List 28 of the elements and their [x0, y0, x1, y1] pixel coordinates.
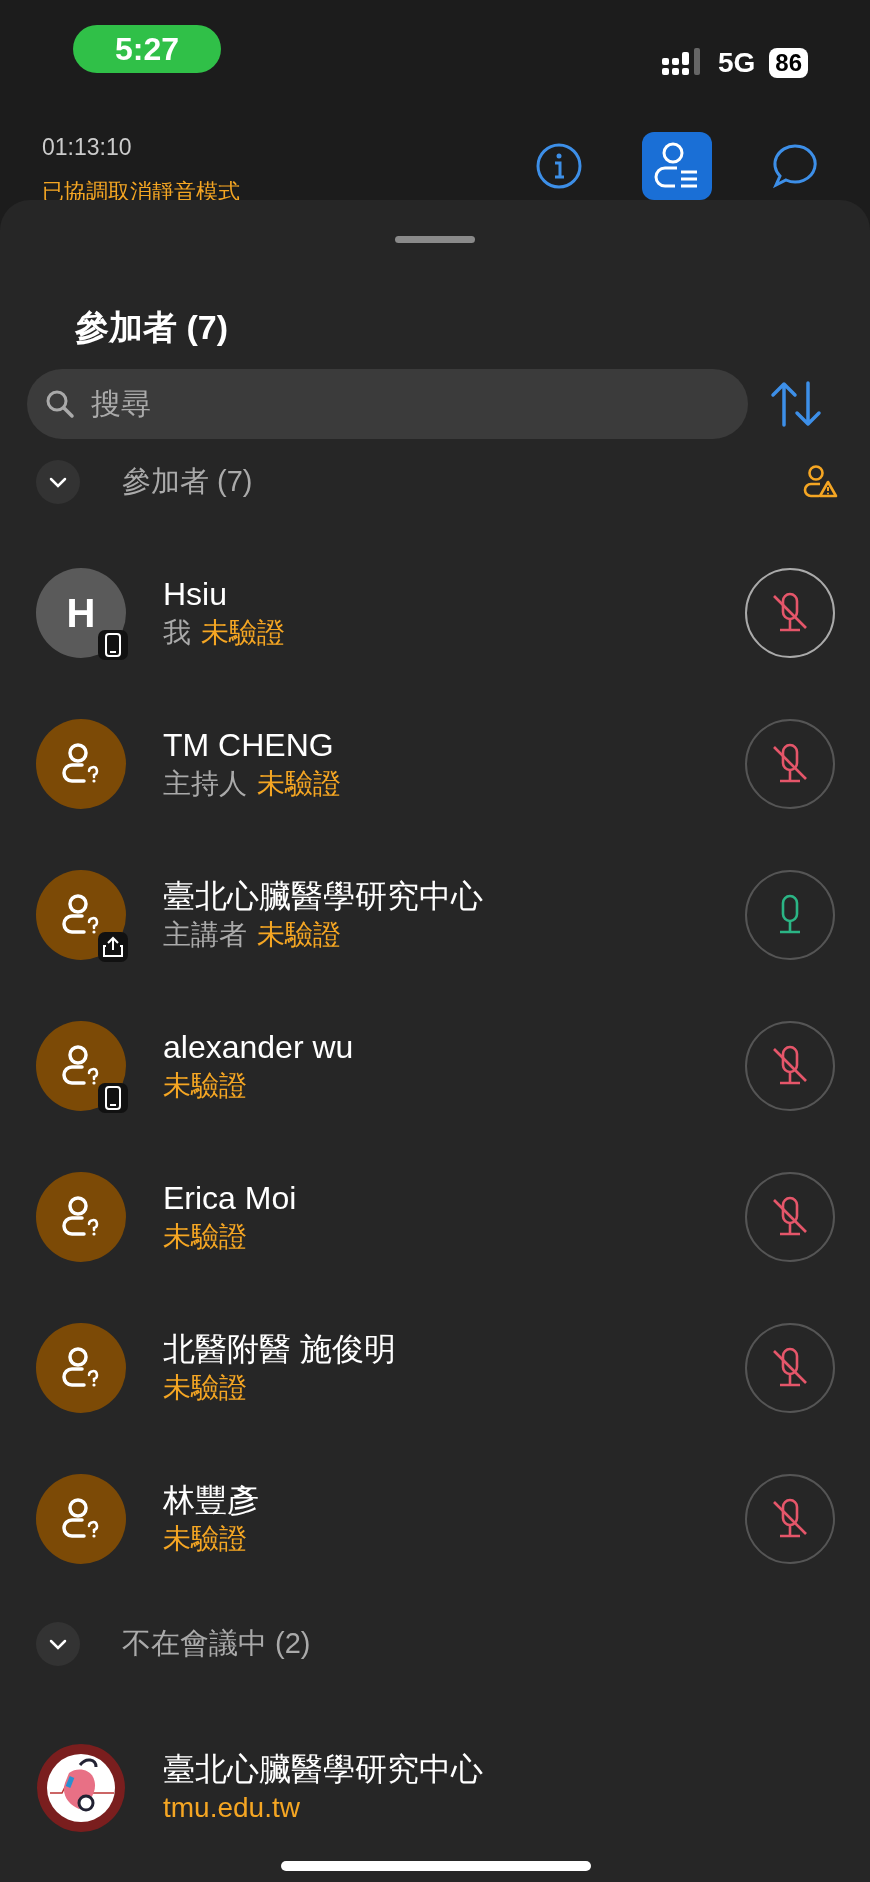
sheet-title: 參加者 (7): [75, 307, 229, 347]
participant-name: Erica Moi: [163, 1178, 298, 1218]
section-title: 不在會議中 (2): [122, 1626, 312, 1662]
participant-name: 臺北心臟醫學研究中心: [163, 876, 484, 916]
battery-level: 86: [769, 48, 808, 78]
participant-role: 主講者: [163, 919, 247, 951]
participant-role: 我: [163, 617, 191, 649]
participant-name: alexander wu: [163, 1027, 355, 1067]
network-label: 5G: [717, 46, 756, 80]
participant-status: 未驗證: [163, 1070, 247, 1102]
avatar-initial: H: [66, 589, 96, 637]
participant-name: 臺北心臟醫學研究中心: [163, 1749, 484, 1789]
participant-role: 主持人: [163, 768, 247, 800]
search-field[interactable]: 搜尋: [27, 369, 748, 439]
participant-status: 未驗證: [163, 1372, 247, 1404]
participant-status: tmu.edu.tw: [163, 1792, 300, 1824]
participant-name: 林豐彥: [163, 1480, 260, 1520]
participant-name: 北醫附醫 施俊明: [163, 1329, 397, 1369]
participant-status: 未驗證: [163, 1523, 247, 1555]
participant-status: 未驗證: [257, 919, 341, 951]
participant-status: 未驗證: [163, 1221, 247, 1253]
meeting-timer: 01:13:10: [42, 133, 133, 162]
clock-time: 5:27: [73, 25, 221, 73]
participant-name: TM CHENG: [163, 725, 335, 765]
participant-status: 未驗證: [257, 768, 341, 800]
participant-name: Hsiu: [163, 574, 228, 614]
participant-status: 未驗證: [201, 617, 285, 649]
section-title: 參加者 (7): [122, 464, 254, 500]
